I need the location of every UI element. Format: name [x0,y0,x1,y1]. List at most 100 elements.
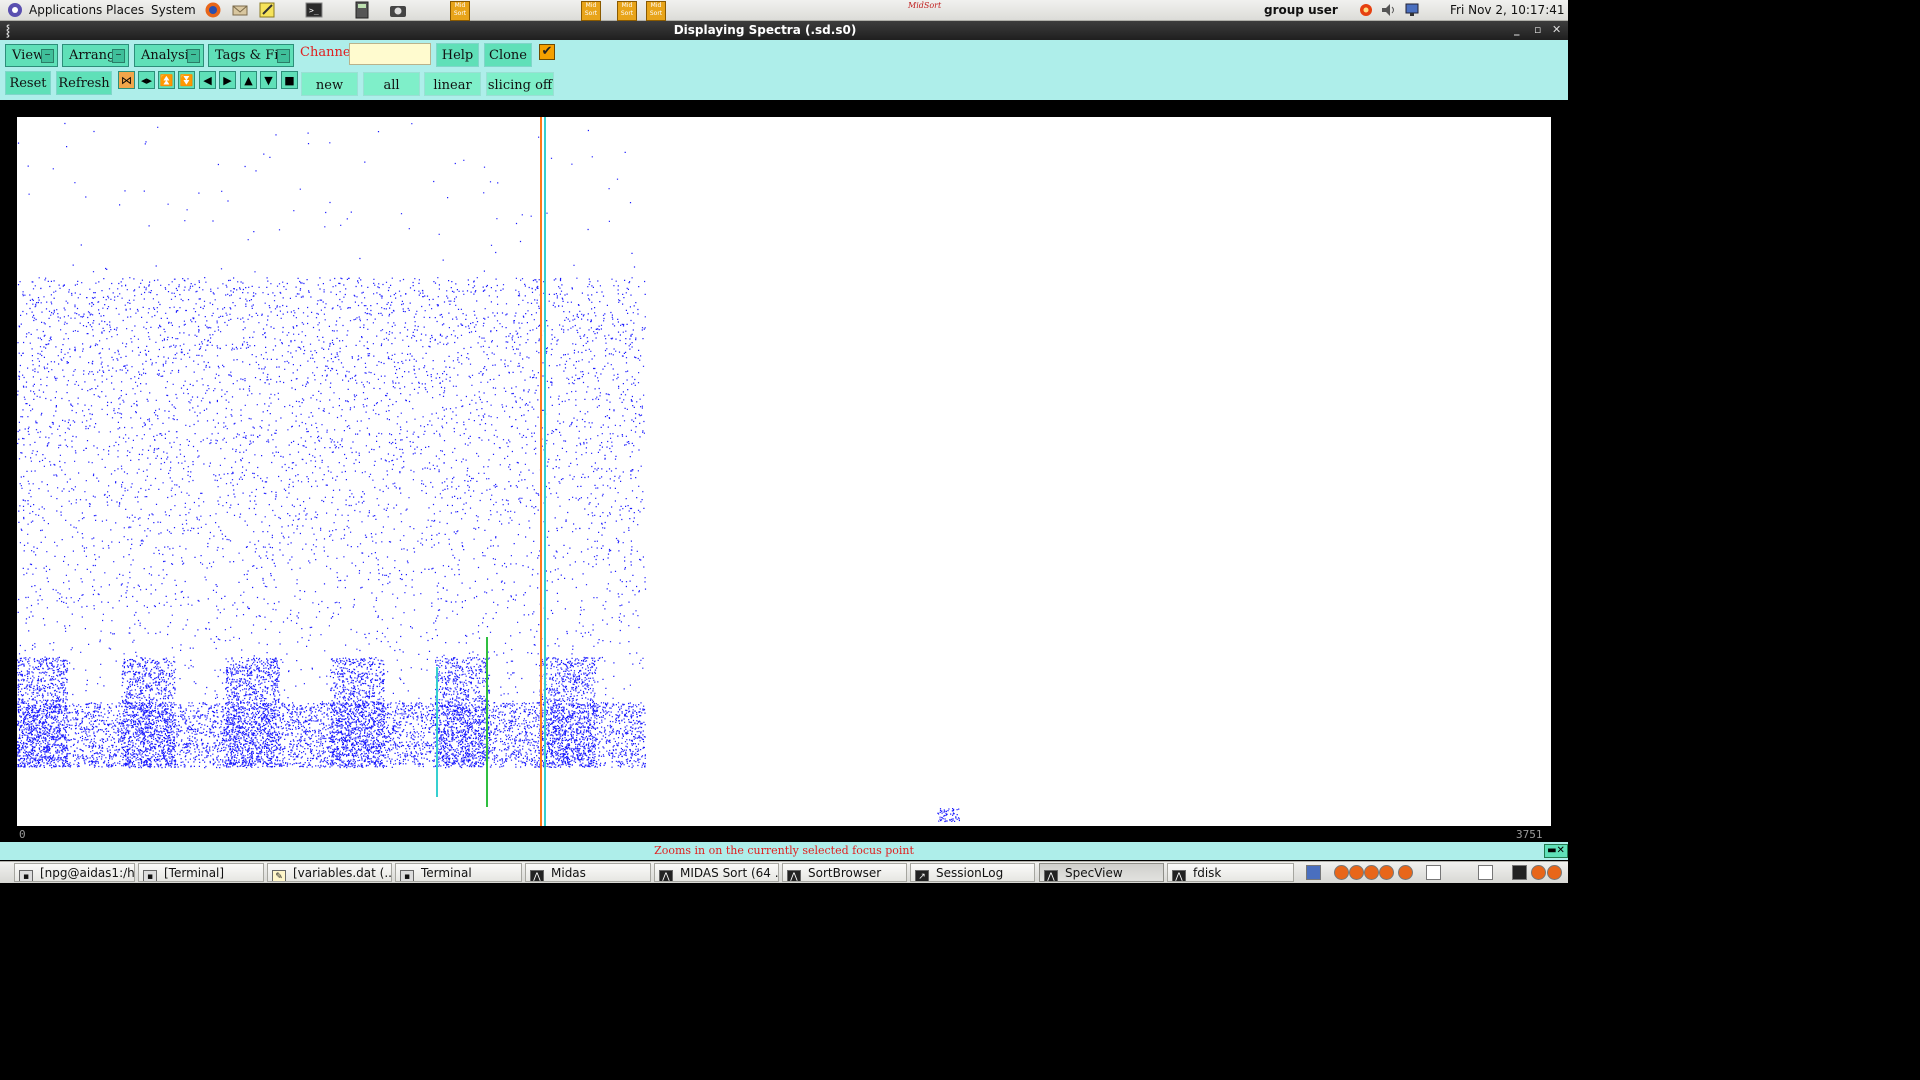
window-list-icon[interactable] [1426,865,1441,880]
menu-applications[interactable]: Applications [29,3,102,17]
view-menu[interactable]: View ‒ [5,44,58,67]
firefox-icon[interactable] [1547,865,1562,880]
network-icon[interactable] [1404,1,1422,19]
svg-text:>_: >_ [309,6,319,15]
task-label: [variables.dat (... [293,866,392,880]
firefox-icon[interactable] [1379,865,1394,880]
tags-fits-menu[interactable]: Tags & Fits ‒ [208,44,294,67]
window-title: Displaying Spectra (.sd.s0) [673,23,857,37]
midas-app-icon: ⋀ [1172,870,1186,881]
menu-system[interactable]: System [151,3,196,17]
firefox-icon[interactable] [1398,865,1413,880]
left-icon[interactable]: ◀ [199,71,216,89]
calculator-icon[interactable] [353,1,371,19]
task-fdisk[interactable]: ⋀ fdisk [1167,863,1294,882]
firefox-icon[interactable] [1531,865,1546,880]
text-editor-icon: ✎ [272,870,286,881]
x-axis-max-label: 3751 [1516,828,1543,841]
minimize-button[interactable]: _ [1514,23,1520,36]
top-panel: Applications Places System >_ Mid Sort Mi… [0,0,1568,21]
update-notifier-icon[interactable] [1357,1,1375,19]
midas-app-icon: ⋀ [659,870,673,881]
firefox-icon[interactable] [1364,865,1379,880]
zoom-focus-icon[interactable]: ⋈ [118,71,135,89]
task-terminal-bracket[interactable]: ▪ [Terminal] [138,863,264,882]
task-label: [Terminal] [164,866,225,880]
status-bar: Zooms in on the currently selected focus… [0,842,1568,860]
firefox-icon[interactable] [204,1,222,19]
terminal-icon[interactable]: >_ [305,1,323,19]
task-terminal-npg[interactable]: ▪ [npg@aidas1:/h... [14,863,135,882]
sync-checkbox[interactable]: ✔ [539,44,555,60]
workspace-switcher-icon[interactable] [1306,865,1321,880]
midas-app-icon: ⋀ [530,870,544,881]
taskbar: ▪ [npg@aidas1:/h... ▪ [Terminal] ✎ [variabl… [0,861,1568,883]
status-message: Zooms in on the currently selected focus… [654,844,914,857]
all-toggle[interactable]: all [363,72,420,96]
terminal-icon: ▪ [400,870,414,881]
task-label: Midas [551,866,586,880]
terminal-icon: ▪ [143,870,157,881]
task-midas-sort[interactable]: ⋀ MIDAS Sort (64 ... [654,863,779,882]
double-up-icon[interactable]: ⏫ [158,71,175,89]
firefox-icon[interactable] [1334,865,1349,880]
x-axis-min-label: 0 [19,828,26,841]
clock[interactable]: Fri Nov 2, 10:17:41 [1450,3,1565,17]
spectrum-canvas[interactable] [17,117,1551,826]
status-window-controls[interactable]: ▬✕ [1544,844,1568,858]
user-name[interactable]: group user [1264,3,1338,17]
maximize-button[interactable]: ▫ [1534,23,1541,36]
double-down-icon[interactable]: ⏬ [178,71,195,89]
task-specview[interactable]: ⋀ SpecView [1039,863,1164,882]
volume-icon[interactable] [1380,1,1398,19]
task-label: Terminal [421,866,472,880]
right-icon[interactable]: ▶ [219,71,236,89]
spectrum-plot[interactable] [17,117,1551,826]
task-sortbrowser[interactable]: ⋀ SortBrowser [782,863,907,882]
task-sessionlog[interactable]: ↗ SessionLog [910,863,1035,882]
task-label: SortBrowser [808,866,882,880]
session-log-icon: ↗ [915,870,929,881]
menu-arrow-icon: ‒ [277,49,290,63]
task-label: SpecView [1065,866,1123,880]
analysis-menu[interactable]: Analysis ‒ [134,44,204,67]
new-toggle[interactable]: new [301,72,358,96]
task-terminal[interactable]: ▪ Terminal [395,863,522,882]
menu-arrow-icon: ‒ [112,49,125,63]
spectrum-points [17,122,960,823]
task-midas[interactable]: ⋀ Midas [525,863,651,882]
clone-button[interactable]: Clone [484,43,532,67]
close-button[interactable]: ✕ [1552,23,1561,36]
gnome-foot-icon[interactable] [6,1,24,19]
midas-icon[interactable]: Mid Sort [450,1,470,21]
camera-icon[interactable] [389,1,407,19]
window-list-icon[interactable] [1478,865,1493,880]
midas-icon[interactable]: Mid Sort [581,1,601,21]
channel-input[interactable] [349,43,431,65]
task-label: fdisk [1193,866,1222,880]
menu-places[interactable]: Places [106,3,144,17]
refresh-button[interactable]: Refresh [56,71,112,95]
midas-sort-logo[interactable]: MidSort [908,1,941,19]
reset-button[interactable]: Reset [5,71,51,95]
firefox-icon[interactable] [1349,865,1364,880]
help-button[interactable]: Help [436,43,479,67]
expand-horizontal-icon[interactable]: ◂▸ [138,71,155,89]
down-icon[interactable]: ▼ [260,71,277,89]
stop-icon[interactable]: ■ [281,71,298,89]
midas-icon[interactable]: Mid Sort [646,1,666,21]
slicing-toggle[interactable]: slicing off [486,72,554,96]
menu-arrow-icon: ‒ [187,49,200,63]
midas-icon[interactable]: Mid Sort [617,1,637,21]
up-icon[interactable]: ▲ [240,71,257,89]
midas-app-icon[interactable] [1512,865,1527,880]
mail-icon[interactable] [231,1,249,19]
task-variables-dat[interactable]: ✎ [variables.dat (... [267,863,392,882]
arrange-menu[interactable]: Arrange ‒ [62,44,129,67]
task-label: [npg@aidas1:/h... [40,866,135,880]
midas-app-icon: ⋀ [787,870,801,881]
window-titlebar[interactable]: ⸾ Displaying Spectra (.sd.s0) _ ▫ ✕ [0,21,1568,40]
view-menu-label: View [12,48,45,63]
linear-toggle[interactable]: linear [424,72,481,96]
notes-icon[interactable] [258,1,276,19]
